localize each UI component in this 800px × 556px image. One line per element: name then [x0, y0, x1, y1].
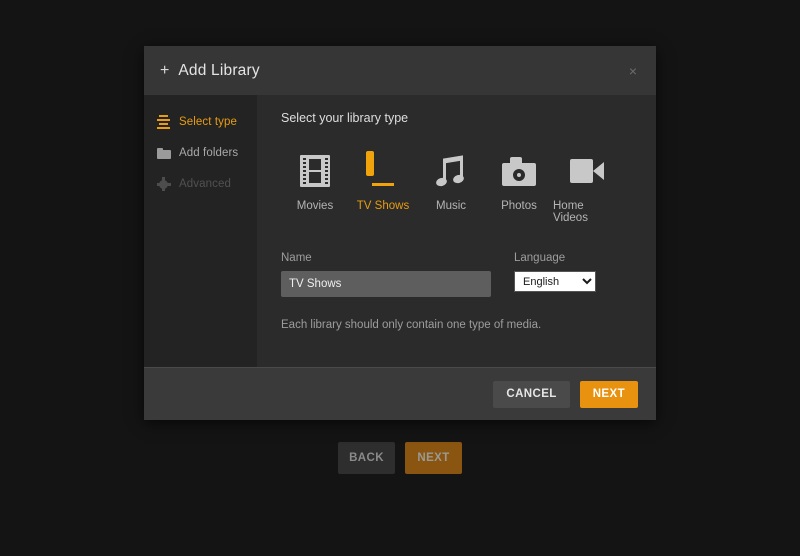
- library-type-label: TV Shows: [356, 200, 410, 212]
- library-type-label: Photos: [501, 200, 537, 212]
- library-type-music[interactable]: Music: [417, 151, 485, 224]
- language-field-label: Language: [514, 252, 566, 264]
- language-select[interactable]: English: [514, 271, 596, 292]
- cancel-button[interactable]: CANCEL: [493, 380, 570, 408]
- dialog-next-button[interactable]: NEXT: [579, 380, 638, 408]
- page-back-button[interactable]: BACK: [338, 442, 395, 474]
- music-note-icon: [435, 151, 467, 191]
- dialog-footer: CANCEL NEXT: [144, 367, 656, 420]
- sidebar-item-advanced: Advanced: [144, 171, 257, 197]
- close-icon[interactable]: ×: [624, 62, 642, 80]
- library-type-tv-shows[interactable]: TV Shows: [349, 151, 417, 224]
- form-fields: Name Language English: [281, 252, 634, 297]
- name-field-group: Name: [281, 252, 491, 297]
- sidebar-item-select-type[interactable]: Select type: [144, 109, 257, 135]
- library-type-photos[interactable]: Photos: [485, 151, 553, 224]
- library-type-home-videos[interactable]: Home Videos: [553, 151, 621, 224]
- dialog-header: + Add Library ×: [144, 46, 656, 95]
- library-type-selector: Movies TV Shows Music Photos Home Videos: [281, 151, 634, 224]
- dialog-title: Add Library: [178, 61, 260, 79]
- library-type-label: Movies: [296, 200, 334, 212]
- name-field-label: Name: [281, 252, 312, 264]
- library-type-label: Home Videos: [553, 200, 588, 224]
- library-type-label: Music: [435, 200, 467, 212]
- sidebar-item-label: Add folders: [179, 147, 239, 159]
- name-input[interactable]: [281, 271, 491, 297]
- page-next-button[interactable]: NEXT: [405, 442, 462, 474]
- gear-icon: [156, 177, 171, 191]
- add-library-dialog: + Add Library × Select type Add folders: [144, 46, 656, 420]
- dialog-content: Select your library type Movies TV Shows: [257, 95, 656, 367]
- page-action-bar: BACK NEXT: [0, 442, 800, 474]
- stacked-lines-icon: [156, 115, 171, 129]
- dialog-body: Select type Add folders Advanced Select …: [144, 95, 656, 367]
- plus-icon: +: [160, 61, 170, 79]
- camera-icon: [502, 151, 536, 191]
- sidebar-item-label: Select type: [179, 116, 237, 128]
- sidebar-item-label: Advanced: [179, 178, 231, 190]
- folder-icon: [156, 146, 171, 160]
- library-hint-text: Each library should only contain one typ…: [281, 319, 542, 331]
- camcorder-icon: [570, 151, 604, 191]
- content-heading: Select your library type: [281, 111, 409, 125]
- sidebar-item-add-folders[interactable]: Add folders: [144, 140, 257, 166]
- television-icon: [366, 151, 400, 191]
- language-field-group: Language English: [514, 252, 596, 297]
- film-strip-icon: [300, 151, 330, 191]
- library-type-movies[interactable]: Movies: [281, 151, 349, 224]
- dialog-sidebar: Select type Add folders Advanced: [144, 95, 257, 367]
